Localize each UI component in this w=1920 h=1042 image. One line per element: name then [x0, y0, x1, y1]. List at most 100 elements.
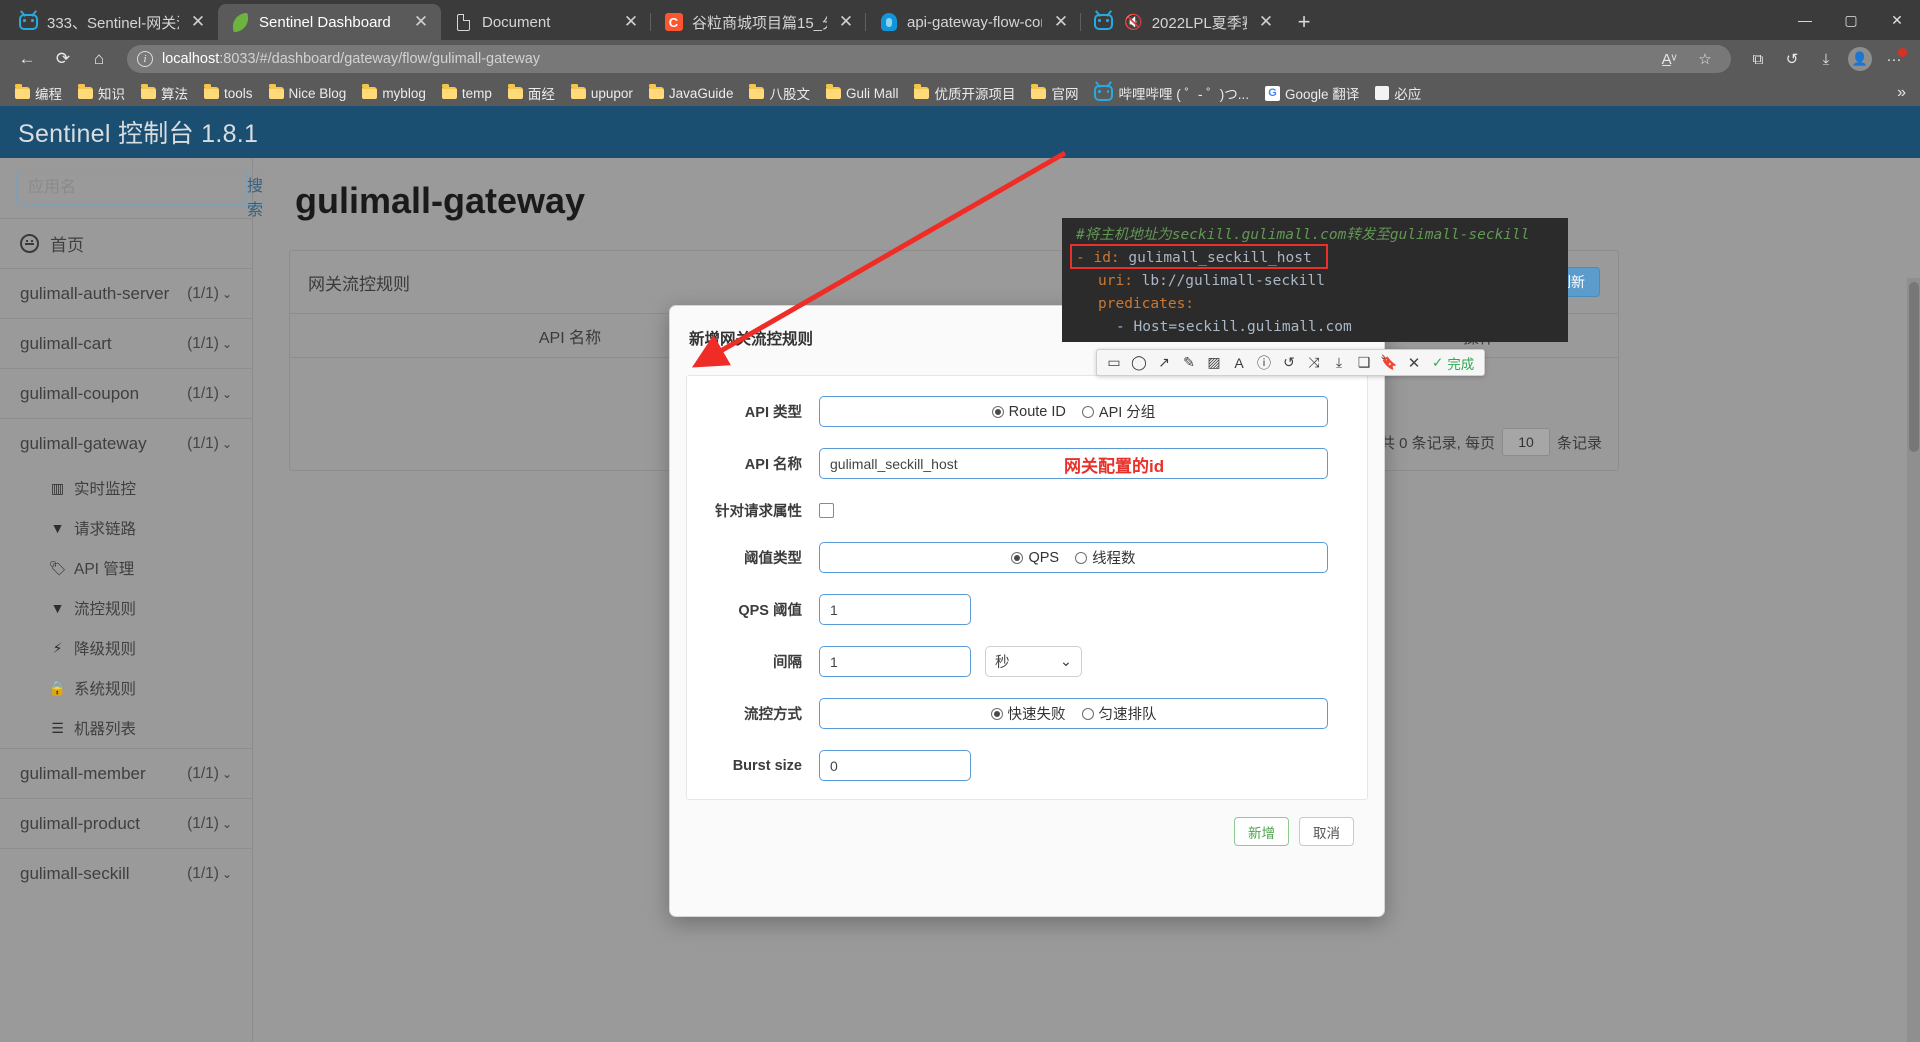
- redo-icon[interactable]: ⤨: [1303, 352, 1325, 373]
- sidebar-item-gulimall-auth-server[interactable]: gulimall-auth-server (1/1) ⌄: [0, 268, 252, 318]
- bookmark-12[interactable]: 优质开源项目: [907, 80, 1022, 106]
- bookmark-15[interactable]: G Google 翻译: [1258, 80, 1366, 106]
- qps-threshold-input[interactable]: [819, 594, 971, 625]
- chevron-down-icon: ⌄: [221, 766, 232, 781]
- sidebar-item-gulimall-gateway[interactable]: gulimall-gateway (1/1) ⌄: [0, 418, 252, 468]
- sidebar-subitem-request-chain[interactable]: ▼ 请求链路: [0, 508, 252, 548]
- reload-icon[interactable]: ⟳: [46, 44, 80, 74]
- close-icon[interactable]: ✕: [188, 12, 208, 32]
- page-size-input[interactable]: [1501, 428, 1550, 456]
- flow-mode-radio-group[interactable]: 快速失败 匀速排队: [819, 698, 1328, 729]
- sidebar-item-gulimall-seckill[interactable]: gulimall-seckill (1/1) ⌄: [0, 848, 252, 898]
- confirm-button[interactable]: 新增: [1234, 817, 1289, 846]
- browser-tab-1[interactable]: Sentinel Dashboard ✕: [218, 4, 441, 40]
- pin-icon[interactable]: 🔖: [1378, 352, 1400, 373]
- sidebar-item-home[interactable]: 首页: [0, 218, 252, 268]
- ellipse-icon[interactable]: ◯: [1128, 352, 1150, 373]
- favorite-icon[interactable]: ☆: [1689, 44, 1721, 74]
- bookmark-5[interactable]: myblog: [355, 83, 433, 104]
- close-icon[interactable]: ✕: [836, 12, 856, 32]
- close-icon[interactable]: ✕: [1051, 12, 1071, 32]
- sidebar-subitem-system-rules[interactable]: 🔒 系统规则: [0, 668, 252, 708]
- sidebar-item-gulimall-product[interactable]: gulimall-product (1/1) ⌄: [0, 798, 252, 848]
- bookmark-2[interactable]: 算法: [134, 80, 195, 106]
- sidebar-item-gulimall-coupon[interactable]: gulimall-coupon (1/1) ⌄: [0, 368, 252, 418]
- text-icon[interactable]: A: [1228, 352, 1250, 373]
- close-icon[interactable]: ✕: [621, 12, 641, 32]
- interval-input[interactable]: [819, 646, 971, 677]
- browser-tab-3[interactable]: C 谷粒商城项目篇15_分布式高 ✕: [650, 4, 866, 40]
- downloads-icon[interactable]: ⤓: [1810, 44, 1842, 74]
- bookmark-4[interactable]: Nice Blog: [262, 83, 354, 104]
- home-icon[interactable]: ⌂: [82, 44, 116, 74]
- close-icon[interactable]: ✕: [1256, 12, 1276, 32]
- sidebar-subitem-flow-rules[interactable]: ▼ 流控规则: [0, 588, 252, 628]
- serial-icon[interactable]: ⓘ: [1253, 352, 1275, 373]
- bookmark-13[interactable]: 官网: [1024, 80, 1085, 106]
- browser-tab-5[interactable]: 🔇 2022LPL夏季赛 ✕: [1080, 4, 1286, 40]
- new-tab-button[interactable]: +: [1286, 4, 1322, 40]
- browser-tab-4[interactable]: api-gateway-flow-control ✕: [865, 4, 1081, 40]
- download-icon[interactable]: ⤓: [1328, 352, 1350, 373]
- browser-tab-2[interactable]: Document ✕: [441, 4, 651, 40]
- bookmark-11[interactable]: Guli Mall: [819, 83, 906, 104]
- api-type-radio-group[interactable]: Route ID API 分组: [819, 396, 1328, 427]
- sidebar-item-gulimall-cart[interactable]: gulimall-cart (1/1) ⌄: [0, 318, 252, 368]
- arrow-icon[interactable]: ↗: [1153, 352, 1175, 373]
- field-label-burst-size: Burst size: [732, 757, 802, 774]
- bookmark-1[interactable]: 知识: [71, 80, 132, 106]
- cancel-icon[interactable]: ✕: [1403, 352, 1425, 373]
- interval-unit-select[interactable]: 秒 ⌄: [985, 646, 1082, 677]
- bookmark-16[interactable]: 必应: [1368, 80, 1428, 106]
- scrollbar-thumb[interactable]: [1909, 282, 1919, 452]
- radio-qps[interactable]: QPS: [1011, 550, 1059, 566]
- mosaic-icon[interactable]: ▨: [1203, 352, 1225, 373]
- sidebar-subitem-machine-list[interactable]: ☰ 机器列表: [0, 708, 252, 748]
- settings-menu-icon[interactable]: ···: [1878, 44, 1910, 74]
- bookmark-10[interactable]: 八股文: [742, 80, 817, 106]
- collections-icon[interactable]: ⧉: [1742, 44, 1774, 74]
- rect-icon[interactable]: ▭: [1103, 352, 1125, 373]
- bookmark-8[interactable]: upupor: [564, 83, 640, 104]
- minimize-button[interactable]: —: [1782, 0, 1828, 40]
- bookmark-3[interactable]: tools: [197, 83, 260, 104]
- radio-route-id[interactable]: Route ID: [991, 404, 1066, 420]
- close-icon[interactable]: ✕: [411, 12, 431, 32]
- history-icon[interactable]: ↺: [1776, 44, 1808, 74]
- browser-tab-0[interactable]: 333、Sentinel-网关流控_哔哩 ✕: [6, 4, 218, 40]
- threshold-type-radio-group[interactable]: QPS 线程数: [819, 542, 1328, 573]
- bookmark-6[interactable]: temp: [435, 83, 499, 104]
- bookmarks-overflow-icon[interactable]: »: [1891, 84, 1912, 102]
- radio-api-group[interactable]: API 分组: [1081, 401, 1155, 422]
- bookmark-14[interactable]: 哔哩哔哩 ( ゜- ゜)つ...: [1087, 80, 1256, 106]
- site-info-icon[interactable]: i: [137, 51, 153, 67]
- bookmark-7[interactable]: 面经: [501, 80, 562, 106]
- mute-icon[interactable]: 🔇: [1124, 13, 1143, 31]
- pen-icon[interactable]: ✎: [1178, 352, 1200, 373]
- search-input[interactable]: [16, 171, 247, 205]
- bookmark-9[interactable]: JavaGuide: [642, 83, 741, 104]
- radio-thread-count[interactable]: 线程数: [1075, 547, 1136, 568]
- sidebar-subitem-label: 流控规则: [74, 601, 137, 618]
- sidebar-subitem-degrade-rules[interactable]: ⚡ 降级规则: [0, 628, 252, 668]
- bolt-icon: ⚡: [52, 639, 63, 656]
- address-bar[interactable]: i localhost:8033/#/dashboard/gateway/flo…: [127, 45, 1731, 73]
- done-button[interactable]: ✓ 完成: [1428, 353, 1478, 373]
- bookmark-label: 官网: [1051, 87, 1079, 102]
- undo-icon[interactable]: ↺: [1278, 352, 1300, 373]
- close-window-button[interactable]: ✕: [1874, 0, 1920, 40]
- bookmark-0[interactable]: 编程: [8, 80, 69, 106]
- radio-constant-queue[interactable]: 匀速排队: [1081, 703, 1157, 724]
- cancel-button[interactable]: 取消: [1299, 817, 1354, 846]
- sidebar-subitem-realtime-monitor[interactable]: ▥ 实时监控: [0, 468, 252, 508]
- request-attr-checkbox[interactable]: [819, 503, 834, 518]
- sidebar-item-gulimall-member[interactable]: gulimall-member (1/1) ⌄: [0, 748, 252, 798]
- read-aloud-icon[interactable]: A̲ᵛ: [1653, 44, 1685, 74]
- burst-size-input[interactable]: [819, 750, 971, 781]
- back-icon[interactable]: ←: [10, 44, 44, 74]
- sidebar-subitem-api-management[interactable]: 🏷 API 管理: [0, 548, 252, 588]
- radio-fast-fail[interactable]: 快速失败: [990, 703, 1066, 724]
- copy-icon[interactable]: ❑: [1353, 352, 1375, 373]
- profile-avatar[interactable]: 👤: [1844, 44, 1876, 74]
- maximize-button[interactable]: ▢: [1828, 0, 1874, 40]
